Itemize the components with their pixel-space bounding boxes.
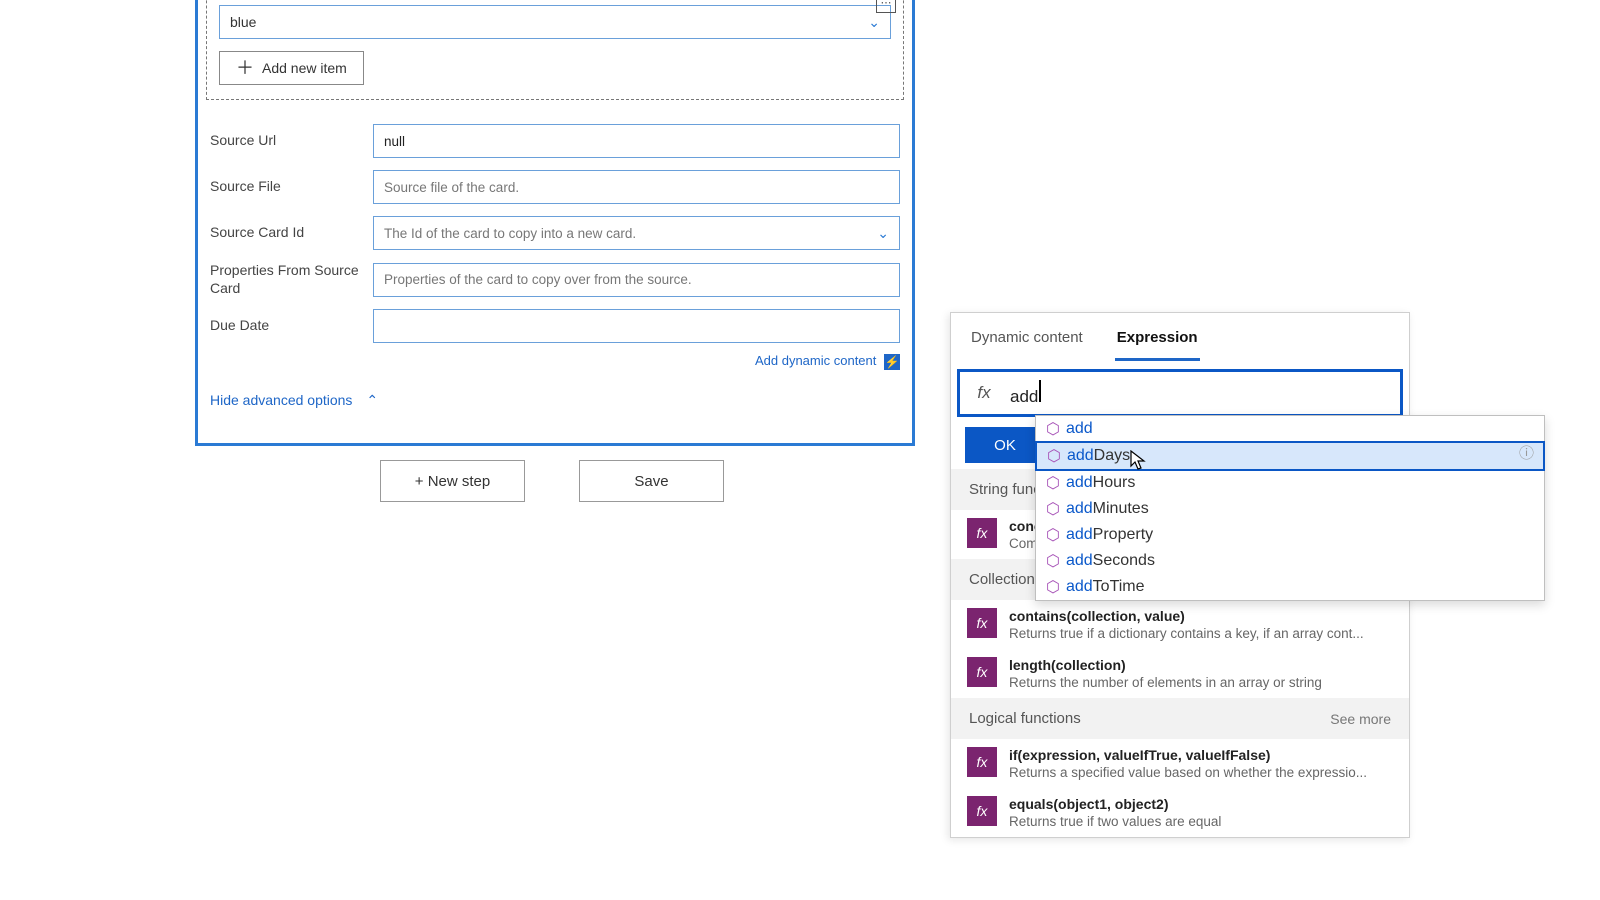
source-url-label: Source Url: [210, 132, 365, 150]
source-card-id-dropdown[interactable]: The Id of the card to copy into a new ca…: [373, 216, 900, 250]
source-card-id-label: Source Card Id: [210, 224, 365, 242]
hex-icon: ⬡: [1046, 473, 1060, 493]
hex-icon: ⬡: [1047, 446, 1061, 466]
autocomplete-item[interactable]: ⬡addMinutes: [1036, 496, 1544, 522]
plus-icon: ＋: [236, 59, 254, 77]
properties-input[interactable]: Properties of the card to copy over from…: [373, 263, 900, 297]
hex-icon: ⬡: [1046, 419, 1060, 439]
hex-icon: ⬡: [1046, 577, 1060, 597]
due-date-label: Due Date: [210, 317, 365, 335]
hex-icon: ⬡: [1046, 499, 1060, 519]
autocomplete-item[interactable]: ⬡addToTime: [1036, 574, 1544, 600]
function-item[interactable]: fx equals(object1, object2) Returns true…: [951, 788, 1409, 837]
hex-icon: ⬡: [1046, 525, 1060, 545]
fx-badge-icon: fx: [967, 747, 997, 777]
autocomplete-item[interactable]: ⬡addHours: [1036, 470, 1544, 496]
hex-icon: ⬡: [1046, 551, 1060, 571]
fx-badge-icon: fx: [967, 657, 997, 687]
dynamic-content-icon: ⚡: [884, 354, 900, 370]
fx-badge-icon: fx: [967, 518, 997, 548]
category-logical-functions: Logical functions See more: [951, 698, 1409, 739]
mouse-cursor-icon: [1130, 450, 1146, 472]
fx-badge-icon: fx: [967, 608, 997, 638]
label-ids-section: Label Ids Item - 1 blue ⌄ ＋ Add new item: [206, 0, 904, 100]
hide-advanced-options-link[interactable]: Hide advanced options ⌃: [198, 380, 912, 413]
autocomplete-item[interactable]: ⬡addProperty: [1036, 522, 1544, 548]
due-date-input[interactable]: [373, 309, 900, 343]
new-step-button[interactable]: + New step: [380, 460, 525, 502]
function-item[interactable]: fx if(expression, valueIfTrue, valueIfFa…: [951, 739, 1409, 788]
autocomplete-item[interactable]: ⬡addDays: [1035, 441, 1545, 471]
source-url-input[interactable]: null: [373, 124, 900, 158]
label-ids-value: blue: [230, 14, 256, 30]
autocomplete-item[interactable]: ⬡add: [1036, 416, 1544, 442]
fx-badge-icon: fx: [967, 796, 997, 826]
popup-tabs: Dynamic content Expression: [951, 313, 1409, 361]
tab-expression[interactable]: Expression: [1115, 319, 1200, 361]
save-button[interactable]: Save: [579, 460, 724, 502]
text-caret: [1039, 380, 1041, 402]
ok-button[interactable]: OK: [965, 427, 1045, 463]
fx-icon: fx: [966, 372, 1002, 414]
chevron-down-icon: ⌄: [868, 14, 880, 31]
card-options-icon[interactable]: ⋯: [876, 0, 896, 13]
autocomplete-dropdown: ⬡add ⬡addDays⬡addHours⬡addMinutes⬡addPro…: [1035, 415, 1545, 601]
properties-label: Properties From Source Card: [210, 262, 365, 297]
expression-input-wrap: fx add: [957, 369, 1403, 417]
tab-dynamic-content[interactable]: Dynamic content: [969, 319, 1085, 361]
expression-input[interactable]: add: [1002, 380, 1400, 407]
label-ids-dropdown[interactable]: blue ⌄: [219, 5, 891, 39]
add-new-item-label: Add new item: [262, 60, 347, 76]
source-file-input[interactable]: Source file of the card.: [373, 170, 900, 204]
bottom-button-bar: + New step Save: [380, 460, 724, 502]
function-item[interactable]: fx contains(collection, value) Returns t…: [951, 600, 1409, 649]
add-dynamic-content-link[interactable]: Add dynamic content ⚡: [198, 349, 912, 380]
see-more-link[interactable]: See more: [1330, 711, 1391, 727]
source-file-label: Source File: [210, 178, 365, 196]
action-card: ⋯ Label Ids Item - 1 blue ⌄ ＋ Add new it…: [195, 0, 915, 446]
info-icon[interactable]: ⓘ: [1519, 442, 1534, 463]
function-item[interactable]: fx length(collection) Returns the number…: [951, 649, 1409, 698]
chevron-up-icon: ⌃: [366, 392, 378, 408]
add-new-item-button[interactable]: ＋ Add new item: [219, 51, 364, 85]
autocomplete-item[interactable]: ⬡addSeconds: [1036, 548, 1544, 574]
chevron-down-icon: ⌄: [877, 225, 889, 242]
